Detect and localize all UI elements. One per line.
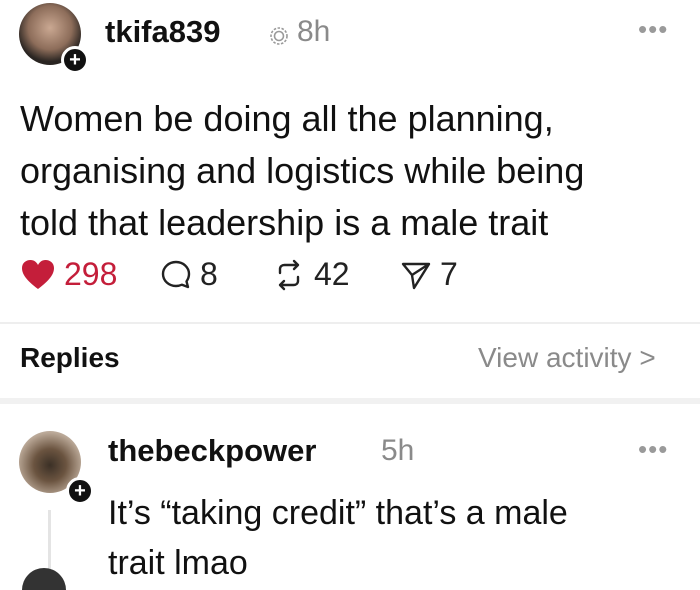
next-reply-avatar[interactable] [22,568,66,590]
follow-plus-icon[interactable]: + [61,46,89,74]
repost-count: 42 [314,256,350,292]
post-username[interactable]: tkifa839 [105,14,220,50]
post-actions: 298 8 42 7 [20,256,680,296]
replies-heading: Replies [20,342,120,373]
post-text-line: organising and logistics while being [20,150,585,191]
share-count: 7 [440,256,458,292]
repost-button[interactable]: 42 [272,256,350,293]
share-button[interactable]: 7 [400,256,458,293]
section-divider [0,398,700,404]
reply-count: 8 [200,256,218,292]
reply-body: It’s “taking credit” that’s a male trait… [108,488,668,588]
more-options-button[interactable]: ••• [638,14,668,45]
reply-more-options-button[interactable]: ••• [638,434,668,465]
comment-icon [161,260,191,288]
reply-timestamp: 5h [381,434,415,467]
post-text-line: told that leadership is a male trait [20,202,549,243]
reply-username[interactable]: thebeckpower [108,433,316,469]
thread-line [48,510,51,570]
like-count: 298 [64,256,118,292]
share-icon [401,262,431,289]
post-text-line: Women be doing all the planning, [20,98,554,139]
verified-badge-icon [270,27,288,45]
post-body: Women be doing all the planning, organis… [20,93,680,249]
post-card: + tkifa839 8h ••• Women be doing all the… [0,0,700,340]
post-timestamp: 8h [297,15,331,48]
reply-text-line: trait lmao [108,544,248,582]
reply-text-line: It’s “taking credit” that’s a male [108,494,568,532]
follow-plus-icon[interactable]: + [66,477,94,505]
divider [0,322,700,324]
view-activity-link[interactable]: View activity > [478,342,656,374]
repost-icon [278,259,300,290]
heart-icon [22,259,54,289]
like-button[interactable]: 298 [20,256,117,293]
reply-button[interactable]: 8 [160,256,218,293]
